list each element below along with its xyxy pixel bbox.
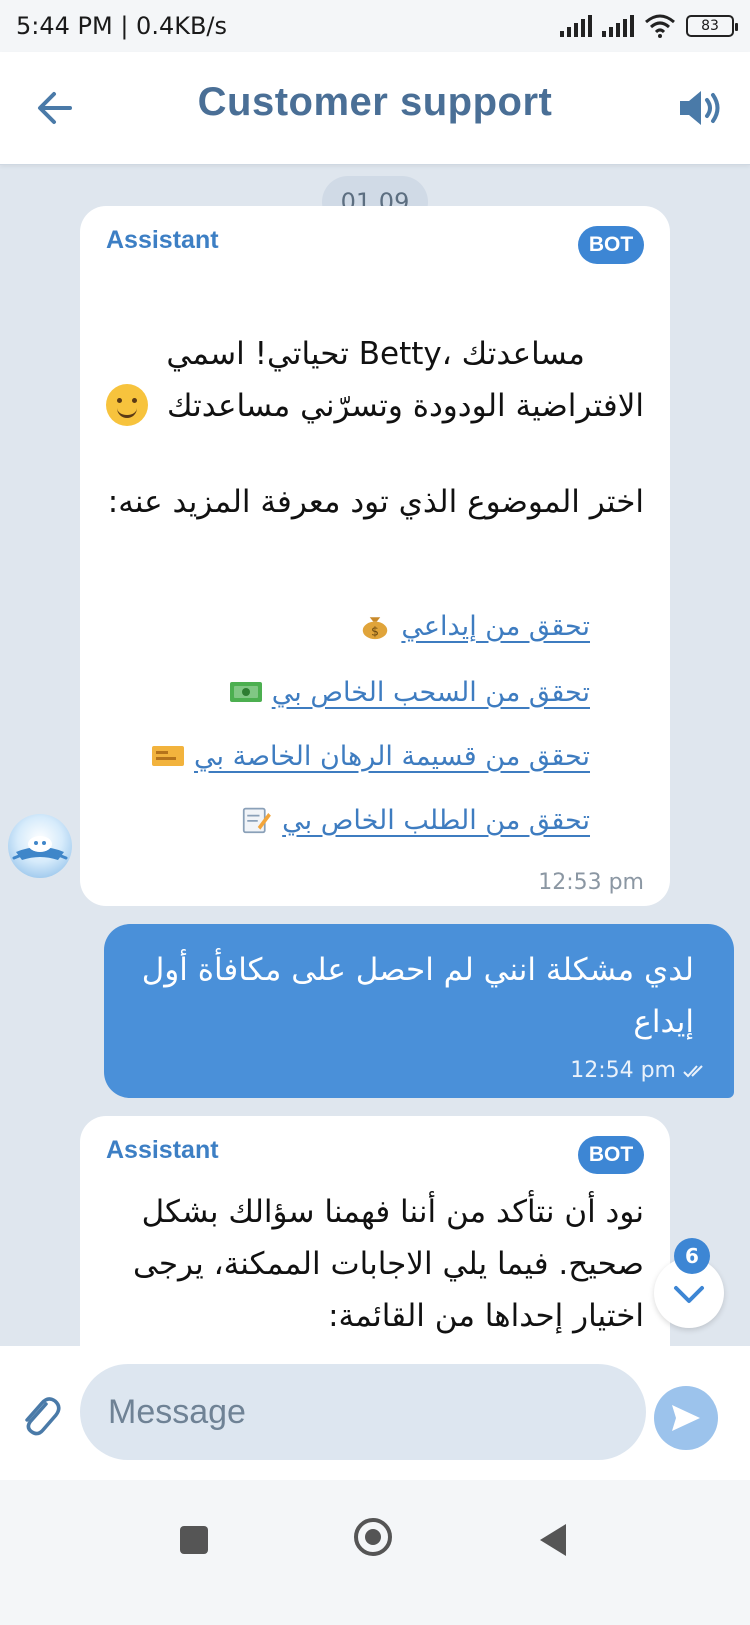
double-check-icon	[683, 1064, 703, 1077]
link-check-request[interactable]: تحقق من الطلب الخاص بي	[106, 796, 590, 844]
signal-icon	[560, 15, 592, 37]
recents-button[interactable]	[180, 1526, 208, 1554]
status-time: 5:44 PM | 0.4KB/s	[16, 12, 228, 40]
message-time-row: 12:54 pm	[570, 1058, 708, 1083]
composer-bar	[0, 1346, 750, 1480]
svg-text:$: $	[371, 625, 379, 639]
status-bar: 5:44 PM | 0.4KB/s 83	[0, 0, 750, 52]
message-text-greeting: مساعدتك ،Betty تحياتي! اسمي الافتراضية ا…	[156, 336, 644, 424]
smile-emoji-icon	[106, 384, 148, 426]
link-check-bet-slip[interactable]: تحقق من قسيمة الرهان الخاصة بي	[106, 732, 590, 780]
speaker-icon[interactable]	[676, 86, 724, 130]
link-label: تحقق من السحب الخاص بي	[271, 676, 590, 708]
send-button[interactable]	[654, 1386, 718, 1450]
app-header: Customer support	[0, 52, 750, 165]
message-text: مساعدتك ،Betty تحياتي! اسمي الافتراضية ا…	[106, 276, 644, 484]
bot-message-bubble: Assistant BOT مساعدتك ،Betty تحياتي! اسم…	[80, 206, 670, 906]
link-check-deposit[interactable]: تحقق من إيداعي $	[106, 602, 590, 650]
link-label: تحقق من الطلب الخاص بي	[282, 804, 590, 836]
system-nav-bar	[0, 1480, 750, 1625]
message-input[interactable]	[80, 1364, 646, 1460]
message-text: لدي مشكلة انني لم احصل على مكافأة أول إي…	[131, 952, 694, 1040]
memo-icon	[243, 807, 272, 834]
bot-avatar	[8, 814, 72, 878]
user-message-bubble: لدي مشكلة انني لم احصل على مكافأة أول إي…	[104, 924, 734, 1098]
message-time: 12:53 pm	[538, 870, 644, 895]
status-icons: 83	[560, 14, 738, 38]
sender-name: Assistant	[106, 226, 219, 254]
send-arrow-icon	[672, 1405, 700, 1431]
wifi-icon	[645, 14, 675, 38]
sender-name: Assistant	[106, 1136, 219, 1164]
banknote-icon	[229, 682, 262, 702]
back-button[interactable]	[540, 1524, 566, 1556]
message-text: نود أن نتأكد من أننا فهمنا سؤالك بشكل صح…	[123, 1194, 644, 1334]
back-arrow-icon[interactable]	[30, 82, 82, 134]
money-bag-icon: $	[363, 617, 388, 640]
unread-count-badge: 6	[674, 1238, 710, 1274]
link-label: تحقق من قسيمة الرهان الخاصة بي	[194, 740, 590, 772]
chat-screen: 5:44 PM | 0.4KB/s 83 Customer support 01…	[0, 0, 750, 1625]
bot-message-bubble: Assistant BOT نود أن نتأكد من أننا فهمنا…	[80, 1116, 670, 1376]
home-button[interactable]	[354, 1518, 392, 1556]
link-check-withdrawal[interactable]: تحقق من السحب الخاص بي	[106, 668, 590, 716]
ticket-icon	[152, 746, 184, 766]
paperclip-icon[interactable]	[16, 1390, 62, 1440]
message-time: 12:54 pm	[570, 1058, 676, 1083]
robot-avatar-icon	[12, 836, 68, 860]
message-prompt: اختر الموضوع الذي تود معرفة المزيد عنه:	[107, 484, 644, 520]
bot-badge: BOT	[578, 1136, 644, 1174]
link-label: تحقق من إيداعي	[401, 610, 590, 642]
signal-icon	[602, 15, 634, 37]
page-title: Customer support	[197, 80, 553, 124]
battery-level: 83	[701, 18, 719, 34]
battery-icon: 83	[686, 15, 738, 37]
bot-badge: BOT	[578, 226, 644, 264]
